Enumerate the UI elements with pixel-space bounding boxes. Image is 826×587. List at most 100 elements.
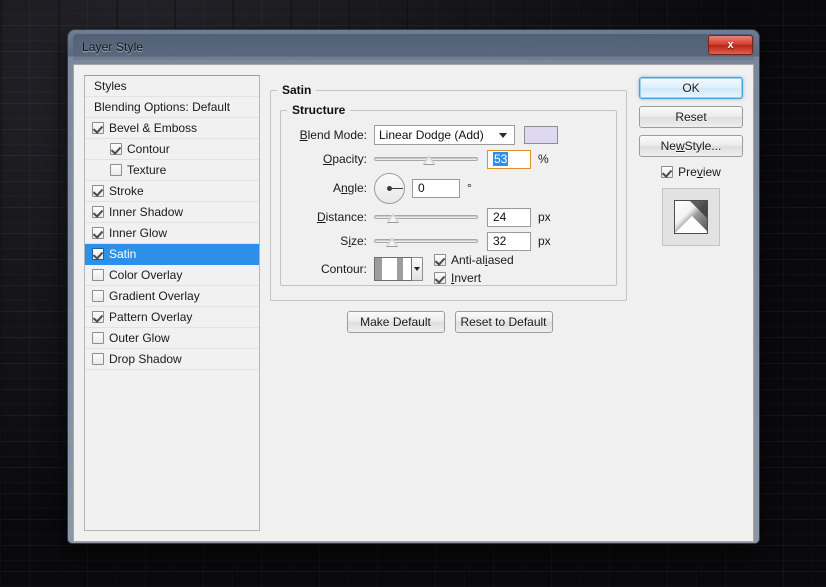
reset-button[interactable]: Reset: [639, 106, 743, 128]
angle-row: Angle: 0 °: [281, 171, 616, 205]
size-value: 32: [493, 234, 507, 248]
checkbox-contour[interactable]: [110, 143, 122, 155]
blend-mode-row: Blend Mode: Linear Dodge (Add): [281, 123, 616, 147]
checkbox-anti-aliased[interactable]: [434, 254, 446, 266]
blend-mode-select[interactable]: Linear Dodge (Add): [374, 125, 515, 145]
style-label: Texture: [127, 163, 167, 177]
size-label: Size:: [340, 234, 367, 248]
styles-list-header: Styles: [85, 76, 259, 97]
blend-color-swatch[interactable]: [524, 126, 558, 144]
checkbox-gradient-overlay[interactable]: [92, 290, 104, 302]
title-bar[interactable]: Layer Style x: [73, 34, 754, 60]
dialog-client-area: Styles Blending Options: Default Bevel &…: [73, 64, 754, 542]
structure-group: Structure Blend Mode: Linear Dodge (Add): [280, 103, 617, 286]
satin-group-title: Satin: [282, 83, 312, 97]
layer-preview-icon: [674, 200, 708, 234]
distance-input[interactable]: 24: [487, 207, 531, 227]
contour-dropdown-button[interactable]: [412, 257, 423, 281]
style-row-drop-shadow[interactable]: Drop Shadow: [85, 349, 259, 370]
chevron-down-icon: [414, 267, 420, 271]
checkbox-stroke[interactable]: [92, 185, 104, 197]
checkbox-inner-shadow[interactable]: [92, 206, 104, 218]
style-row-color-overlay[interactable]: Color Overlay: [85, 265, 259, 286]
angle-label: Angle:: [332, 181, 367, 195]
distance-value: 24: [493, 210, 507, 224]
style-label: Pattern Overlay: [109, 310, 193, 324]
default-buttons-row: Make Default Reset to Default: [270, 311, 629, 333]
style-row-inner-shadow[interactable]: Inner Shadow: [85, 202, 259, 223]
angle-dial[interactable]: [374, 172, 405, 204]
opacity-row: Opacity: 53 %: [281, 147, 616, 171]
checkbox-color-overlay[interactable]: [92, 269, 104, 281]
distance-row: Distance: 24 px: [281, 205, 616, 229]
ok-button[interactable]: OK: [639, 77, 743, 99]
opacity-slider[interactable]: [374, 151, 478, 167]
style-row-pattern-overlay[interactable]: Pattern Overlay: [85, 307, 259, 328]
preview-label: Preview: [678, 165, 721, 179]
opacity-value: 53: [493, 152, 509, 166]
size-unit: px: [538, 234, 551, 248]
invert-label: Invert: [451, 271, 482, 285]
style-label: Outer Glow: [109, 331, 170, 345]
checkbox-invert[interactable]: [434, 272, 446, 284]
anti-aliased-row[interactable]: Anti-aliased: [434, 253, 514, 268]
structure-group-title: Structure: [292, 103, 346, 117]
distance-slider[interactable]: [374, 209, 478, 225]
contour-label: Contour:: [320, 262, 367, 276]
blend-mode-value: Linear Dodge (Add): [379, 128, 484, 142]
blend-mode-label: Blend Mode:: [299, 128, 367, 142]
satin-settings-panel: Satin Structure Blend Mode: Linear Dodge…: [270, 75, 629, 531]
distance-unit: px: [538, 210, 551, 224]
style-label: Stroke: [109, 184, 144, 198]
preview-row[interactable]: Preview: [661, 165, 721, 179]
style-row-satin[interactable]: Satin: [85, 244, 259, 265]
opacity-input[interactable]: 53: [487, 149, 531, 169]
style-label: Gradient Overlay: [109, 289, 200, 303]
slider-thumb[interactable]: [386, 213, 399, 222]
styles-header-label: Styles: [94, 79, 127, 93]
angle-input[interactable]: 0: [412, 178, 460, 198]
style-row-bevel-emboss[interactable]: Bevel & Emboss: [85, 118, 259, 139]
style-row-gradient-overlay[interactable]: Gradient Overlay: [85, 286, 259, 307]
new-style-button[interactable]: Ne w Style...: [639, 135, 743, 157]
styles-list[interactable]: Styles Blending Options: Default Bevel &…: [84, 75, 260, 531]
slider-thumb[interactable]: [423, 155, 436, 164]
style-label: Color Overlay: [109, 268, 183, 282]
size-slider[interactable]: [374, 233, 478, 249]
checkbox-texture[interactable]: [110, 164, 122, 176]
checkbox-drop-shadow[interactable]: [92, 353, 104, 365]
slider-thumb[interactable]: [385, 237, 398, 246]
checkbox-pattern-overlay[interactable]: [92, 311, 104, 323]
style-row-stroke[interactable]: Stroke: [85, 181, 259, 202]
checkbox-outer-glow[interactable]: [92, 332, 104, 344]
chevron-down-icon: [499, 133, 507, 138]
satin-group: Satin Structure Blend Mode: Linear Dodge…: [270, 83, 627, 301]
size-row: Size: 32 px: [281, 229, 616, 253]
style-label: Drop Shadow: [109, 352, 182, 366]
close-icon: x: [727, 39, 734, 51]
close-button[interactable]: x: [708, 35, 753, 55]
invert-row[interactable]: Invert: [434, 271, 514, 286]
layer-style-dialog: Layer Style x Styles Blending Options: D…: [68, 30, 759, 543]
blending-options-row[interactable]: Blending Options: Default: [85, 97, 259, 118]
distance-label: Distance:: [316, 210, 367, 224]
style-row-texture[interactable]: Texture: [85, 160, 259, 181]
opacity-unit: %: [538, 152, 549, 166]
checkbox-satin[interactable]: [92, 248, 104, 260]
style-label: Satin: [109, 247, 137, 261]
style-row-contour[interactable]: Contour: [85, 139, 259, 160]
angle-unit: °: [467, 181, 472, 195]
size-input[interactable]: 32: [487, 231, 531, 251]
angle-hub-icon: [387, 185, 392, 191]
style-row-outer-glow[interactable]: Outer Glow: [85, 328, 259, 349]
checkbox-preview[interactable]: [661, 166, 674, 178]
style-row-inner-glow[interactable]: Inner Glow: [85, 223, 259, 244]
blending-options-label: Blending Options: Default: [94, 100, 231, 114]
reset-to-default-button[interactable]: Reset to Default: [454, 311, 553, 333]
contour-preview[interactable]: [374, 257, 412, 281]
checkbox-bevel-emboss[interactable]: [92, 122, 104, 134]
anti-aliased-label: Anti-aliased: [451, 253, 514, 267]
desktop-background: Layer Style x Styles Blending Options: D…: [0, 0, 826, 587]
make-default-button[interactable]: Make Default: [346, 311, 445, 333]
checkbox-inner-glow[interactable]: [92, 227, 104, 239]
